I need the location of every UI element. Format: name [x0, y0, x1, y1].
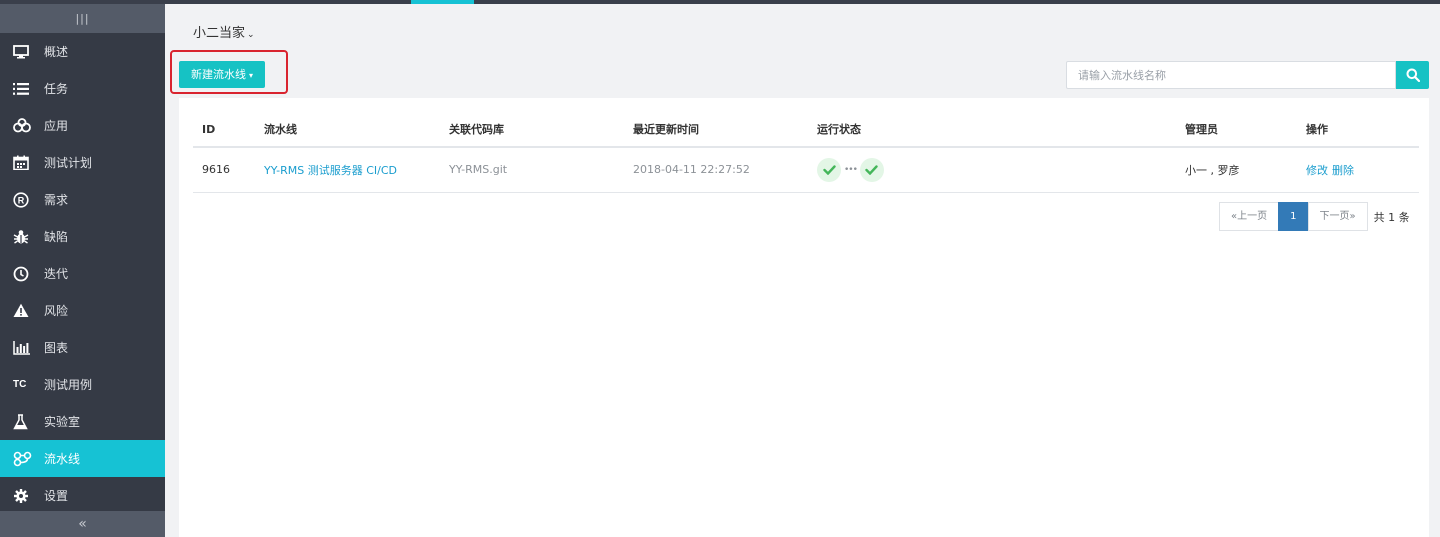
warning-icon: [0, 303, 44, 318]
pipeline-list-panel: ID 流水线 关联代码库 最近更新时间 运行状态 管理员 操作 9616 YY-…: [179, 98, 1429, 537]
svg-text:R: R: [18, 195, 25, 205]
tc-icon: TC: [0, 379, 44, 390]
sidebar-item-label: 应用: [44, 119, 69, 133]
sidebar: ||| 概述 任务 应用 测试计划 R 需求 缺陷 迭代 风险 图表 TC 测试…: [0, 4, 165, 537]
col-header-status: 运行状态: [808, 112, 1176, 148]
sidebar-item-label: 实验室: [44, 415, 81, 429]
sidebar-item-charts[interactable]: 图表: [0, 329, 165, 366]
sidebar-item-label: 任务: [44, 82, 69, 96]
sidebar-item-lab[interactable]: 实验室: [0, 403, 165, 440]
col-header-pipeline: 流水线: [255, 112, 440, 148]
col-header-id: ID: [193, 112, 255, 148]
flask-icon: [0, 413, 44, 430]
sidebar-item-bugs[interactable]: 缺陷: [0, 218, 165, 255]
run-status: •••: [817, 157, 1176, 182]
sidebar-item-label: 设置: [44, 489, 69, 503]
clock-icon: [0, 266, 44, 282]
pipeline-updated-time: 2018-04-11 22:27:52: [624, 147, 808, 193]
page-1-button[interactable]: 1: [1278, 202, 1309, 231]
check-icon[interactable]: [859, 157, 884, 182]
sidebar-item-label: 流水线: [44, 452, 81, 466]
pipeline-icon: [0, 451, 44, 467]
chevron-down-icon: ⌄: [247, 30, 255, 40]
task-list-icon: [0, 82, 44, 96]
sidebar-item-test-plan[interactable]: 测试计划: [0, 144, 165, 181]
pipeline-repo: YY-RMS.git: [440, 147, 624, 193]
registered-icon: R: [0, 191, 44, 208]
sidebar-item-label: 概述: [44, 45, 69, 59]
total-count: 共 1 条: [1373, 210, 1410, 224]
calendar-icon: [0, 155, 44, 170]
new-pipeline-button[interactable]: 新建流水线 ▾: [179, 61, 265, 88]
pagination: «上一页 1 下一页» 共 1 条: [1219, 202, 1410, 231]
status-separator: •••: [844, 164, 858, 175]
edit-link[interactable]: 修改: [1306, 164, 1328, 177]
sidebar-item-iterations[interactable]: 迭代: [0, 255, 165, 292]
sidebar-item-requirements[interactable]: R 需求: [0, 181, 165, 218]
gear-icon: [0, 488, 44, 504]
pipeline-admins: 小一 , 罗彦: [1176, 147, 1297, 193]
pipeline-table: ID 流水线 关联代码库 最近更新时间 运行状态 管理员 操作 9616 YY-…: [193, 112, 1419, 193]
sidebar-item-apps[interactable]: 应用: [0, 107, 165, 144]
sidebar-item-tasks[interactable]: 任务: [0, 70, 165, 107]
sidebar-item-label: 测试计划: [44, 156, 93, 170]
sidebar-item-pipeline[interactable]: 流水线: [0, 440, 165, 477]
new-pipeline-label: 新建流水线: [190, 68, 246, 81]
sidebar-item-label: 迭代: [44, 267, 69, 281]
delete-link[interactable]: 删除: [1332, 164, 1354, 177]
col-header-actions: 操作: [1297, 112, 1419, 148]
sidebar-item-test-cases[interactable]: TC 测试用例: [0, 366, 165, 403]
caret-down-icon: ▾: [248, 71, 253, 80]
search-bar: [1066, 61, 1429, 89]
next-page-button[interactable]: 下一页»: [1307, 202, 1368, 231]
sidebar-item-label: 测试用例: [44, 378, 93, 392]
search-icon: [1406, 68, 1420, 82]
sidebar-item-label: 图表: [44, 341, 69, 355]
col-header-repo: 关联代码库: [440, 112, 624, 148]
tc-icon-text: TC: [13, 379, 27, 390]
project-name: 小二当家: [193, 26, 246, 41]
search-button[interactable]: [1396, 61, 1429, 89]
apps-icon: [0, 118, 44, 133]
bug-icon: [0, 229, 44, 245]
project-switcher[interactable]: 小二当家 ⌄: [193, 22, 255, 41]
sidebar-menu-toggle[interactable]: |||: [0, 4, 165, 33]
sidebar-collapse-button[interactable]: «: [0, 511, 165, 537]
search-input[interactable]: [1066, 61, 1396, 89]
sidebar-item-settings[interactable]: 设置: [0, 477, 165, 514]
sidebar-item-overview[interactable]: 概述: [0, 33, 165, 70]
sidebar-item-risks[interactable]: 风险: [0, 292, 165, 329]
main-content: 小二当家⌄ 新建流水线▾ ID 流水线 关联代码库 最近更新时间 运行状态 管理…: [165, 4, 1440, 537]
monitor-icon: [0, 44, 44, 59]
pipeline-name-link[interactable]: YY-RMS 测试服务器 CI/CD: [264, 164, 397, 177]
sidebar-item-label: 需求: [44, 193, 69, 207]
check-icon[interactable]: [817, 157, 841, 182]
col-header-admins: 管理员: [1176, 112, 1297, 148]
sidebar-item-label: 风险: [44, 304, 69, 318]
pipeline-id: 9616: [193, 147, 255, 193]
bar-chart-icon: [0, 340, 44, 355]
prev-page-button[interactable]: «上一页: [1219, 202, 1280, 231]
table-header-row: ID 流水线 关联代码库 最近更新时间 运行状态 管理员 操作: [193, 112, 1419, 148]
table-row: 9616 YY-RMS 测试服务器 CI/CD YY-RMS.git 2018-…: [193, 147, 1419, 193]
sidebar-item-label: 缺陷: [44, 230, 69, 244]
col-header-updated: 最近更新时间: [624, 112, 808, 148]
